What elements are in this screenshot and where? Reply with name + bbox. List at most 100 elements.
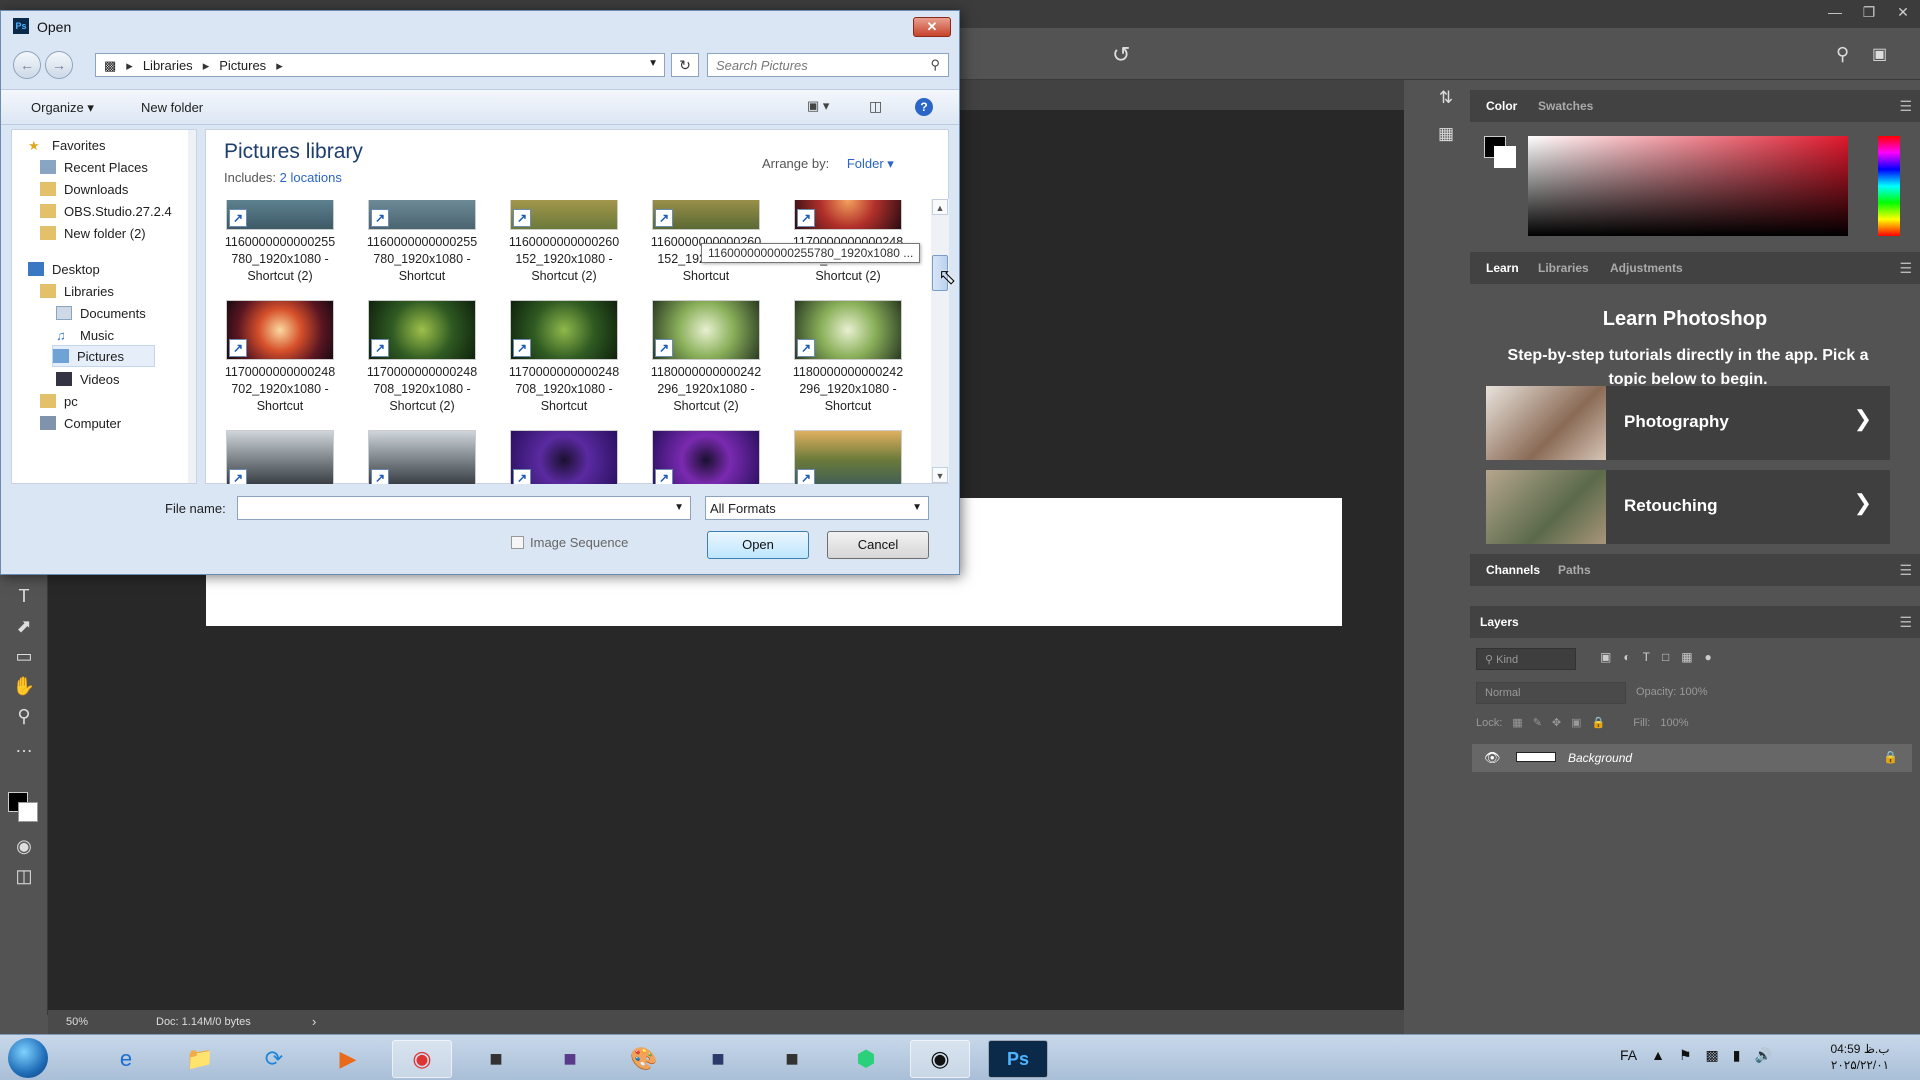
photoshop-icon[interactable]: Ps bbox=[988, 1040, 1048, 1078]
nav-downloads[interactable]: Downloads bbox=[40, 178, 128, 200]
zoom-tool-icon[interactable]: ⚲ bbox=[8, 702, 40, 730]
file-item[interactable]: ↗ bbox=[788, 430, 908, 484]
signal-icon[interactable]: ▮ bbox=[1733, 1047, 1741, 1064]
sync-app-icon[interactable]: ⟳ bbox=[244, 1040, 304, 1078]
app-icon-3[interactable]: ■ bbox=[688, 1040, 748, 1078]
search-icon[interactable]: ⚲ bbox=[1836, 44, 1849, 65]
app-icon-2[interactable]: ■ bbox=[540, 1040, 600, 1078]
layer-row-background[interactable]: 👁 Background 🔒 bbox=[1472, 744, 1912, 772]
learn-card-retouching[interactable]: Retouching ❯ bbox=[1486, 470, 1890, 544]
network-icon[interactable]: ▩ bbox=[1706, 1047, 1719, 1064]
background-color-swatch[interactable] bbox=[18, 802, 38, 822]
tab-learn[interactable]: Learn bbox=[1486, 261, 1519, 275]
close-icon[interactable]: ✕ bbox=[1886, 0, 1920, 24]
scroll-down-icon[interactable]: ▼ bbox=[932, 467, 948, 483]
tab-layers[interactable]: Layers bbox=[1480, 615, 1519, 629]
rectangle-tool-icon[interactable]: ▭ bbox=[8, 642, 40, 670]
tab-adjustments[interactable]: Adjustments bbox=[1610, 261, 1683, 275]
history-icon[interactable]: ⇅ bbox=[1424, 80, 1468, 116]
app-icon-4[interactable]: ■ bbox=[762, 1040, 822, 1078]
nav-new-folder-2[interactable]: New folder (2) bbox=[40, 222, 146, 244]
panel-menu-icon[interactable]: ☰ bbox=[1899, 98, 1912, 115]
more-tools-icon[interactable]: … bbox=[8, 732, 40, 760]
tray-expand-icon[interactable]: ▲ bbox=[1651, 1047, 1665, 1064]
file-item[interactable]: ↗ 1170000000000248 708_1920x1080 - Shortcut… bbox=[362, 300, 482, 415]
type-tool-icon[interactable]: T bbox=[8, 582, 40, 610]
nav-videos[interactable]: Videos bbox=[56, 368, 120, 390]
chevron-right-icon[interactable]: › bbox=[312, 1014, 316, 1029]
restore-icon[interactable]: ❐ bbox=[1852, 0, 1886, 24]
tab-swatches[interactable]: Swatches bbox=[1538, 99, 1593, 113]
visibility-eye-icon[interactable]: 👁 bbox=[1484, 750, 1501, 766]
paint-icon[interactable]: 🎨 bbox=[614, 1040, 674, 1078]
file-item[interactable]: ↗ 1180000000000242 296_1920x1080 - Shortcut bbox=[788, 300, 908, 415]
action-center-icon[interactable]: ⚑ bbox=[1679, 1047, 1692, 1064]
opacity-value[interactable]: 100% bbox=[1679, 686, 1707, 698]
search-icon[interactable]: ⚲ bbox=[930, 57, 940, 73]
properties-icon[interactable]: ▦ bbox=[1424, 116, 1468, 152]
tab-channels[interactable]: Channels bbox=[1486, 563, 1540, 577]
nav-recent-places[interactable]: Recent Places bbox=[40, 156, 148, 178]
locations-link[interactable]: 2 locations bbox=[280, 170, 342, 185]
type-filter-icon[interactable]: T bbox=[1643, 650, 1650, 664]
panel-menu-icon[interactable]: ☰ bbox=[1899, 614, 1912, 631]
image-filter-icon[interactable]: ▣ bbox=[1600, 650, 1611, 664]
nav-pictures[interactable]: Pictures bbox=[52, 345, 155, 367]
volume-icon[interactable]: 🔊 bbox=[1755, 1047, 1772, 1064]
file-item[interactable]: ↗ bbox=[362, 430, 482, 484]
file-name-input[interactable]: ▼ bbox=[237, 496, 691, 520]
close-icon[interactable]: ✕ bbox=[913, 17, 951, 37]
path-selection-tool-icon[interactable]: ⬈ bbox=[8, 612, 40, 640]
file-item[interactable]: ↗ 1160000000000255 780_1920x1080 - Shortcut bbox=[362, 200, 482, 285]
nav-scrollbar[interactable] bbox=[188, 130, 196, 483]
nav-music[interactable]: ♫ Music bbox=[56, 324, 114, 346]
tab-color[interactable]: Color bbox=[1486, 99, 1517, 113]
file-item[interactable]: ↗ 1170000000000248 702_1920x1080 - Shortcut bbox=[220, 300, 340, 415]
lock-transparency-icon[interactable]: ▦ bbox=[1512, 716, 1522, 729]
lock-artboard-icon[interactable]: ▣ bbox=[1571, 716, 1581, 729]
back-button[interactable]: ← bbox=[13, 51, 41, 79]
adjustment-filter-icon[interactable]: ◐ bbox=[1623, 650, 1630, 664]
nav-computer[interactable]: Computer bbox=[40, 412, 121, 434]
chrome-icon[interactable]: ◉ bbox=[392, 1040, 452, 1078]
image-sequence-checkbox[interactable]: Image Sequence bbox=[511, 535, 628, 550]
opacity-control[interactable]: Opacity: 100% bbox=[1636, 686, 1708, 698]
layer-kind-filter[interactable]: ⚲ Kind bbox=[1476, 648, 1576, 670]
breadcrumb-libraries[interactable]: Libraries bbox=[143, 58, 193, 73]
scroll-up-icon[interactable]: ▲ bbox=[932, 199, 948, 215]
refresh-button[interactable]: ↻ bbox=[671, 53, 699, 77]
panel-menu-icon[interactable]: ☰ bbox=[1899, 260, 1912, 277]
lock-pixels-icon[interactable]: ✎ bbox=[1533, 716, 1542, 729]
smart-object-filter-icon[interactable]: ▦ bbox=[1681, 650, 1692, 664]
zoom-level[interactable]: 50% bbox=[66, 1016, 88, 1028]
file-item[interactable]: ↗ bbox=[504, 430, 624, 484]
filter-toggle-icon[interactable]: ● bbox=[1705, 650, 1712, 664]
learn-card-photography[interactable]: Photography ❯ bbox=[1486, 386, 1890, 460]
start-button[interactable] bbox=[8, 1038, 48, 1078]
internet-explorer-icon[interactable]: e bbox=[96, 1040, 156, 1078]
chevron-down-icon[interactable]: ▼ bbox=[648, 58, 658, 69]
clock[interactable]: 04:59 ب.ظ ۲۰۲۵/۲۲/۰۱ bbox=[1810, 1041, 1910, 1073]
nox-icon[interactable]: ⬢ bbox=[836, 1040, 896, 1078]
file-type-select[interactable]: All Formats ▼ bbox=[705, 496, 929, 520]
new-folder-button[interactable]: New folder bbox=[141, 100, 203, 115]
file-item[interactable]: ↗ 1170000000000248 708_1920x1080 - Shortcut bbox=[504, 300, 624, 415]
tab-libraries[interactable]: Libraries bbox=[1538, 261, 1589, 275]
breadcrumb-pictures[interactable]: Pictures bbox=[219, 58, 266, 73]
nav-pc[interactable]: pc bbox=[40, 390, 78, 412]
open-button[interactable]: Open bbox=[707, 531, 809, 559]
lock-position-icon[interactable]: ✥ bbox=[1552, 716, 1561, 729]
file-item[interactable]: ↗ 1160000000000260 152_1920x1080 - Shortcut… bbox=[504, 200, 624, 285]
nav-obs-folder[interactable]: OBS.Studio.27.2.4 bbox=[40, 200, 172, 222]
app-icon-1[interactable]: ■ bbox=[466, 1040, 526, 1078]
color-background-swatch[interactable] bbox=[1494, 146, 1516, 168]
file-item[interactable]: ↗ bbox=[646, 430, 766, 484]
nav-libraries[interactable]: Libraries bbox=[40, 280, 114, 302]
tab-paths[interactable]: Paths bbox=[1558, 563, 1591, 577]
nav-favorites[interactable]: ★ Favorites bbox=[28, 134, 105, 156]
workspace-icon[interactable]: ▣ bbox=[1872, 44, 1887, 64]
chevron-down-icon[interactable]: ▼ bbox=[674, 502, 684, 513]
hue-slider[interactable] bbox=[1878, 136, 1900, 236]
hand-tool-icon[interactable]: ✋ bbox=[8, 672, 40, 700]
lock-all-icon[interactable]: 🔒 bbox=[1592, 716, 1606, 729]
